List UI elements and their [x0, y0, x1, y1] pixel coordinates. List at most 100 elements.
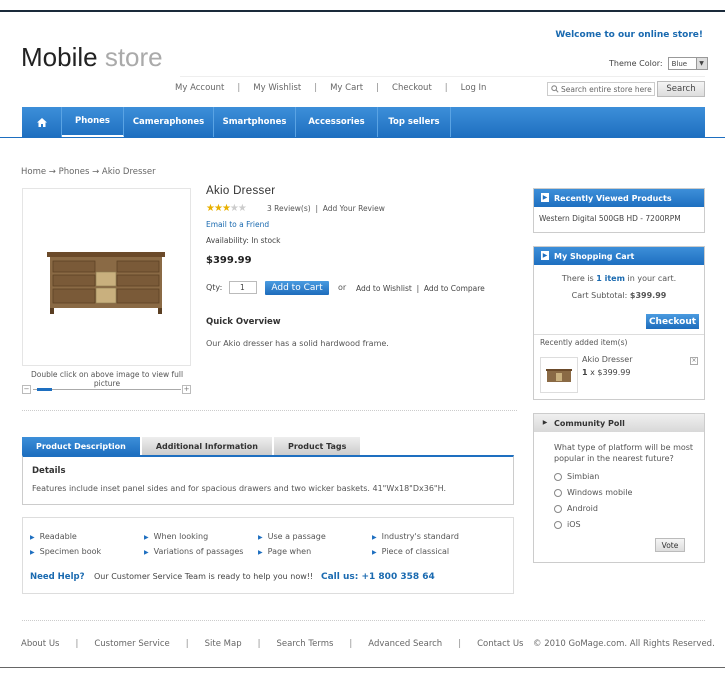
- list-item[interactable]: ▶ Variations of passages: [144, 547, 243, 556]
- add-wishlist-link[interactable]: Add to Wishlist: [356, 284, 412, 293]
- links-col-3: ▶ Use a passage ▶ Page when: [258, 532, 326, 556]
- list-item[interactable]: ▶ Specimen book: [30, 547, 101, 556]
- divider: [22, 410, 517, 411]
- nav-home[interactable]: [22, 107, 62, 137]
- details-title: Details: [32, 466, 66, 476]
- or-text: or: [338, 283, 347, 292]
- email-friend-link[interactable]: Email to a Friend: [206, 220, 269, 229]
- arrow-icon: ▶: [258, 534, 263, 541]
- arrow-icon: ▶: [144, 549, 149, 556]
- remove-item-icon[interactable]: ×: [690, 357, 698, 365]
- copyright: © 2010 GoMage.com. All Rights Reserved.: [533, 639, 715, 649]
- tab-additional-information[interactable]: Additional Information: [141, 437, 272, 455]
- details-text: Features include inset panel sides and f…: [32, 484, 447, 493]
- recently-viewed-block: ▶ Recently Viewed Products Western Digita…: [533, 188, 705, 233]
- arrow-icon: ▶: [144, 534, 149, 541]
- theme-value: Blue: [671, 59, 688, 68]
- shopping-cart-header: ▶ My Shopping Cart: [534, 247, 704, 265]
- top-border: [0, 10, 725, 12]
- footer-search-terms[interactable]: Search Terms: [276, 639, 333, 649]
- link-checkout[interactable]: Checkout: [392, 83, 432, 93]
- list-item[interactable]: ▶ Industry's standard: [372, 532, 459, 541]
- footer-about-us[interactable]: About Us: [21, 639, 59, 649]
- qty-label: Qty:: [206, 283, 223, 292]
- dresser-thumb-icon: [546, 369, 572, 382]
- zoom-thumb[interactable]: [37, 388, 52, 391]
- search-input[interactable]: Search entire store here: [547, 82, 655, 96]
- quick-overview-title: Quick Overview: [206, 317, 281, 327]
- search-placeholder: Search entire store here: [561, 84, 652, 94]
- poll-option[interactable]: Windows mobile: [554, 488, 704, 504]
- recently-added-label: Recently added item(s): [540, 338, 628, 347]
- tab-product-tags[interactable]: Product Tags: [273, 437, 361, 455]
- star-icon: ★: [213, 203, 223, 214]
- tab-product-description[interactable]: Product Description: [22, 437, 140, 455]
- recent-item[interactable]: Western Digital 500GB HD - 7200RPM: [534, 207, 704, 230]
- nav-smartphones[interactable]: Smartphones: [214, 107, 296, 137]
- nav-cameraphones[interactable]: Cameraphones: [124, 107, 214, 137]
- links-col-4: ▶ Industry's standard ▶ Piece of classical: [372, 532, 459, 556]
- links-col-1: ▶ Readable ▶ Specimen book: [30, 532, 101, 556]
- poll-option[interactable]: Simbian: [554, 472, 704, 488]
- nav-accessories[interactable]: Accessories: [296, 107, 378, 137]
- star-icon: ★: [206, 203, 215, 214]
- vote-button[interactable]: Vote: [655, 538, 685, 552]
- need-help-label: Need Help?: [30, 572, 85, 582]
- theme-selector: Theme Color: Blue ▼: [609, 57, 708, 70]
- poll-options: Simbian Windows mobile Android iOS: [554, 472, 704, 536]
- search-icon: [551, 85, 559, 93]
- link-my-account[interactable]: My Account: [175, 83, 224, 93]
- zoom-out-icon[interactable]: −: [22, 385, 31, 394]
- radio-button[interactable]: [554, 504, 562, 513]
- footer-customer-service[interactable]: Customer Service: [94, 639, 169, 649]
- reviews-link[interactable]: 3 Review(s): [267, 204, 311, 213]
- community-poll-header: ▶ Community Poll: [534, 414, 704, 432]
- zoom-slider[interactable]: − +: [22, 385, 192, 395]
- list-item[interactable]: ▶ Page when: [258, 547, 326, 556]
- list-item[interactable]: ▶ Readable: [30, 532, 101, 541]
- star-icon: ★: [237, 203, 247, 214]
- cart-item-name[interactable]: Akio Dresser: [582, 355, 633, 364]
- play-icon: ▶: [541, 251, 549, 260]
- radio-button[interactable]: [554, 520, 562, 529]
- poll-option[interactable]: Android: [554, 504, 704, 520]
- poll-option[interactable]: iOS: [554, 520, 704, 536]
- footer-advanced-search[interactable]: Advanced Search: [368, 639, 442, 649]
- cart-item-count[interactable]: 1 item: [596, 274, 625, 283]
- cart-item-thumb[interactable]: [540, 357, 578, 393]
- wishlist-compare-line: Add to Wishlist | Add to Compare: [356, 284, 485, 293]
- product-image[interactable]: [47, 252, 165, 314]
- availability: Availability: In stock: [206, 236, 281, 245]
- tab-content: [22, 455, 514, 505]
- footer-site-map[interactable]: Site Map: [205, 639, 242, 649]
- link-my-wishlist[interactable]: My Wishlist: [253, 83, 301, 93]
- link-log-in[interactable]: Log In: [461, 83, 487, 93]
- add-to-cart-button[interactable]: Add to Cart: [265, 281, 329, 295]
- qty-input[interactable]: 1: [229, 281, 257, 294]
- breadcrumb[interactable]: Home → Phones → Akio Dresser: [21, 167, 156, 177]
- add-review-link[interactable]: Add Your Review: [323, 204, 385, 213]
- list-item[interactable]: ▶ Use a passage: [258, 532, 326, 541]
- radio-button[interactable]: [554, 472, 562, 481]
- add-compare-link[interactable]: Add to Compare: [424, 284, 485, 293]
- product-name: Akio Dresser: [206, 185, 276, 197]
- welcome-message: Welcome to our online store!: [555, 30, 703, 40]
- link-my-cart[interactable]: My Cart: [330, 83, 363, 93]
- radio-button[interactable]: [554, 488, 562, 497]
- list-item[interactable]: ▶ Piece of classical: [372, 547, 459, 556]
- list-item[interactable]: ▶ When looking: [144, 532, 243, 541]
- zoom-in-icon[interactable]: +: [182, 385, 191, 394]
- nav-top-sellers[interactable]: Top sellers: [378, 107, 451, 137]
- star-icon: ★: [229, 203, 239, 214]
- checkout-button[interactable]: Checkout: [646, 314, 699, 329]
- arrow-right-icon: ▶: [542, 419, 548, 426]
- footer-contact-us[interactable]: Contact Us: [477, 639, 523, 649]
- cart-item-price-line: 1 x $399.99: [582, 368, 631, 377]
- arrow-icon: ▶: [30, 549, 35, 556]
- nav-phones[interactable]: Phones: [62, 107, 124, 137]
- logo-main: Mobile: [21, 42, 98, 72]
- recently-viewed-header: ▶ Recently Viewed Products: [534, 189, 704, 207]
- theme-dropdown[interactable]: Blue ▼: [667, 57, 708, 70]
- logo[interactable]: Mobile store: [21, 42, 163, 73]
- search-button[interactable]: Search: [657, 81, 705, 97]
